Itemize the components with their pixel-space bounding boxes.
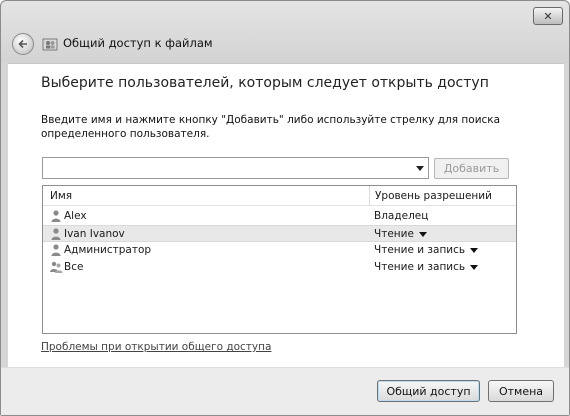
sharing-problems-link[interactable]: Проблемы при открытии общего доступа xyxy=(41,341,271,353)
permission-dropdown[interactable]: Чтение и запись xyxy=(374,261,479,273)
user-name: Ivan Ivanov xyxy=(64,228,125,240)
share-users-icon xyxy=(42,38,58,51)
cancel-button[interactable]: Отмена xyxy=(488,380,554,402)
back-arrow-icon xyxy=(18,39,27,49)
user-icon xyxy=(51,210,61,222)
user-name: Администратор xyxy=(64,244,152,256)
list-item[interactable]: Администратор Чтение и запись xyxy=(43,242,516,259)
dialog-title: Общий доступ к файлам xyxy=(63,36,213,50)
list-item[interactable]: Все Чтение и запись xyxy=(43,259,516,276)
column-header-name[interactable]: Имя xyxy=(50,190,72,202)
content-area: Выберите пользователей, которым следует … xyxy=(8,63,564,367)
users-list[interactable]: Имя Уровень разрешений Alex Владелец Iva… xyxy=(42,185,517,334)
main-heading: Выберите пользователей, которым следует … xyxy=(41,75,489,91)
user-name: Все xyxy=(64,261,84,273)
user-name-combobox[interactable] xyxy=(42,157,429,179)
back-button[interactable] xyxy=(12,33,34,55)
dialog-footer: Общий доступ Отмена xyxy=(1,367,569,415)
user-icon xyxy=(51,228,61,240)
share-dialog-window: ✕ Общий доступ к файлам Выберите пользов… xyxy=(0,0,570,416)
permission-level: Владелец xyxy=(374,210,429,222)
share-button[interactable]: Общий доступ xyxy=(377,380,480,402)
user-icon xyxy=(51,244,61,256)
dropdown-arrow-icon[interactable] xyxy=(416,166,424,171)
close-button[interactable]: ✕ xyxy=(533,7,563,25)
group-icon xyxy=(50,261,63,273)
list-item[interactable]: Ivan Ivanov Чтение xyxy=(43,225,516,242)
list-item[interactable]: Alex Владелец xyxy=(43,208,516,225)
list-header: Имя Уровень разрешений xyxy=(43,186,516,206)
column-header-permission[interactable]: Уровень разрешений xyxy=(375,190,492,202)
user-name: Alex xyxy=(64,210,87,222)
add-button[interactable]: Добавить xyxy=(434,158,509,179)
title-bar: ✕ Общий доступ к файлам xyxy=(1,1,569,63)
instructions-text: Введите имя и нажмите кнопку "Добавить" … xyxy=(41,114,501,140)
permission-dropdown[interactable]: Чтение и запись xyxy=(374,244,479,256)
dropdown-arrow-icon[interactable] xyxy=(470,247,479,253)
close-icon: ✕ xyxy=(543,9,553,23)
column-divider[interactable] xyxy=(369,186,370,206)
permission-dropdown[interactable]: Чтение xyxy=(374,228,427,240)
dropdown-arrow-icon[interactable] xyxy=(470,264,479,270)
dropdown-arrow-icon[interactable] xyxy=(418,231,427,237)
